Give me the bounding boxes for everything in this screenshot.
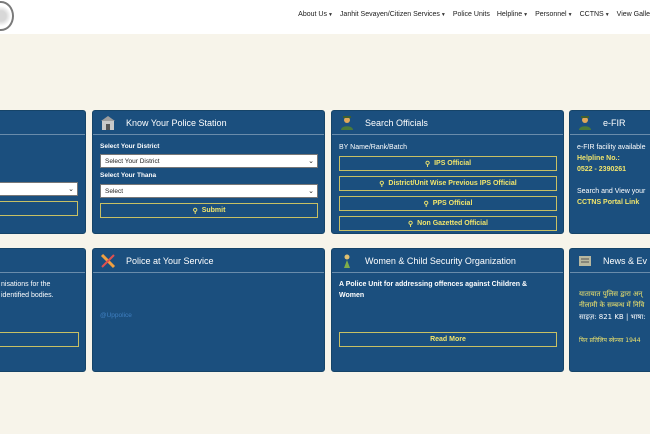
card-title: Search Officials — [365, 117, 428, 128]
up-police-logo-icon[interactable] — [0, 1, 14, 31]
officer-icon — [576, 114, 594, 132]
caret-down-icon: ▼ — [567, 11, 573, 18]
nav-helpline[interactable]: Helpline ▼ — [497, 11, 528, 18]
twitter-handle-link[interactable]: @Uppolice — [100, 310, 132, 321]
nav-view-gallery[interactable]: View Galle — [617, 11, 650, 18]
card-header: Search Officials — [332, 111, 563, 135]
button-label: District/Unit Wise Previous IPS Official — [388, 180, 517, 187]
thana-select[interactable]: Select ⌄ — [100, 184, 318, 198]
district-label: Select Your District — [100, 143, 160, 150]
card-header: Women & Child Security Organization — [332, 249, 563, 273]
button-label: Non Gazetted Official — [417, 220, 488, 227]
women-child-card: Women & Child Security Organization A Po… — [331, 248, 564, 372]
news-item-line3[interactable]: फिर प्रतिलिप स्केन्सा 1944 — [579, 335, 641, 346]
news-icon — [576, 252, 594, 270]
button-label: PPS Official — [432, 200, 473, 207]
card-header: Police at Your Service — [93, 249, 324, 273]
chevron-down-icon: ⌄ — [308, 188, 314, 195]
nav-label: Helpline — [496, 11, 523, 18]
previous-ips-button[interactable]: ⚲ District/Unit Wise Previous IPS Officia… — [339, 176, 557, 191]
caret-down-icon: ▼ — [604, 11, 610, 18]
card-title: Women & Child Security Organization — [365, 255, 516, 266]
non-gazetted-button[interactable]: ⚲ Non Gazetted Official — [339, 216, 557, 231]
search-icon: ⚲ — [424, 160, 431, 168]
news-events-card: News & Ev यातायात पुलिस द्वारा अन् नीलाम… — [569, 248, 650, 372]
police-station-card: Know Your Police Station Select Your Dis… — [92, 110, 325, 234]
chevron-down-icon: ⌄ — [68, 186, 74, 193]
nav-label: Personnel — [535, 11, 567, 18]
card-title: Know Your Police Station — [126, 117, 227, 128]
district-select[interactable]: Select Your District ⌄ — [100, 154, 318, 168]
helpline-label: Helpline No.: — [577, 155, 620, 162]
card-header — [0, 111, 85, 135]
women-icon — [338, 252, 356, 270]
chevron-down-icon: ⌄ — [308, 158, 314, 165]
nav-label: About Us — [298, 11, 327, 18]
search-icon: ⚲ — [192, 207, 198, 215]
x-twitter-icon — [99, 252, 117, 270]
card-header — [0, 249, 85, 273]
news-item-line2[interactable]: नीलामी के सम्बन्ध में निवि — [579, 300, 644, 311]
nav-label: CCTNS — [579, 11, 604, 18]
nav-citizen-services[interactable]: Janhit Sevayen/Citizen Services ▼ — [340, 11, 446, 18]
cctns-portal-link[interactable]: CCTNS Portal Link — [577, 197, 639, 208]
left-text-line2: identified bodies. — [1, 292, 54, 299]
button-label: Submit — [201, 207, 226, 214]
search-icon: ⚲ — [408, 220, 414, 228]
left-card-bottom: nisations for the identified bodies. — [0, 248, 86, 372]
search-icon: ⚲ — [379, 180, 385, 188]
thana-label: Select Your Thana — [100, 172, 157, 179]
search-view-text: Search and View your — [577, 188, 646, 195]
select-value: Select — [105, 187, 124, 195]
police-service-card: Police at Your Service @Uppolice — [92, 248, 325, 372]
helpline-number: 0522 - 2390261 — [577, 166, 627, 173]
caret-down-icon: ▼ — [440, 11, 446, 18]
search-officials-card: Search Officials BY Name/Rank/Batch ⚲ IPS… — [331, 110, 564, 234]
card-title: Police at Your Service — [126, 255, 214, 266]
left-submit-button[interactable] — [0, 201, 78, 216]
card-title: News & Ev — [603, 255, 648, 266]
ips-official-button[interactable]: ⚲ IPS Official — [339, 156, 557, 171]
left-outline-button[interactable] — [0, 332, 79, 347]
officer-icon — [338, 114, 356, 132]
news-item-size: साइज़: 821 KB | भाषा: — [579, 313, 646, 321]
efir-card: e-FIR e-FIR facility available Helpline … — [569, 110, 650, 234]
police-station-icon — [99, 114, 117, 132]
button-label: IPS Official — [434, 160, 472, 167]
women-child-description: A Police Unit for addressing offences ag… — [339, 281, 527, 299]
main-nav: About Us ▼ Janhit Sevayen/Citizen Service… — [298, 11, 650, 18]
card-header: News & Ev — [570, 249, 650, 273]
nav-label: Janhit Sevayen/Citizen Services — [339, 11, 440, 18]
submit-button[interactable]: ⚲ Submit — [100, 203, 318, 218]
search-subtitle: BY Name/Rank/Batch — [339, 144, 407, 151]
caret-down-icon: ▼ — [327, 11, 333, 18]
header-bar: About Us ▼ Janhit Sevayen/Citizen Service… — [0, 0, 650, 34]
nav-about-us[interactable]: About Us ▼ — [298, 11, 333, 18]
read-more-button[interactable]: Read More — [339, 332, 557, 347]
search-icon: ⚲ — [423, 200, 429, 208]
nav-personnel[interactable]: Personnel ▼ — [535, 11, 572, 18]
left-select[interactable]: ⌄ — [0, 182, 78, 196]
nav-label: Police Units — [452, 11, 490, 18]
nav-label: View Galle — [616, 11, 650, 18]
nav-police-units[interactable]: Police Units — [453, 11, 490, 18]
card-title: e-FIR — [603, 117, 626, 128]
nav-cctns[interactable]: CCTNS ▼ — [580, 11, 610, 18]
card-header: Know Your Police Station — [93, 111, 324, 135]
card-header: e-FIR — [570, 111, 650, 135]
caret-down-icon: ▼ — [523, 11, 529, 18]
pps-official-button[interactable]: ⚲ PPS Official — [339, 196, 557, 211]
efir-info: e-FIR facility available — [577, 144, 646, 151]
select-value: Select Your District — [105, 157, 160, 165]
left-text-line1: nisations for the — [1, 281, 51, 288]
news-item-line1[interactable]: यातायात पुलिस द्वारा अन् — [579, 289, 642, 300]
left-card-top: ⌄ — [0, 110, 86, 234]
button-label: Read More — [430, 336, 466, 343]
